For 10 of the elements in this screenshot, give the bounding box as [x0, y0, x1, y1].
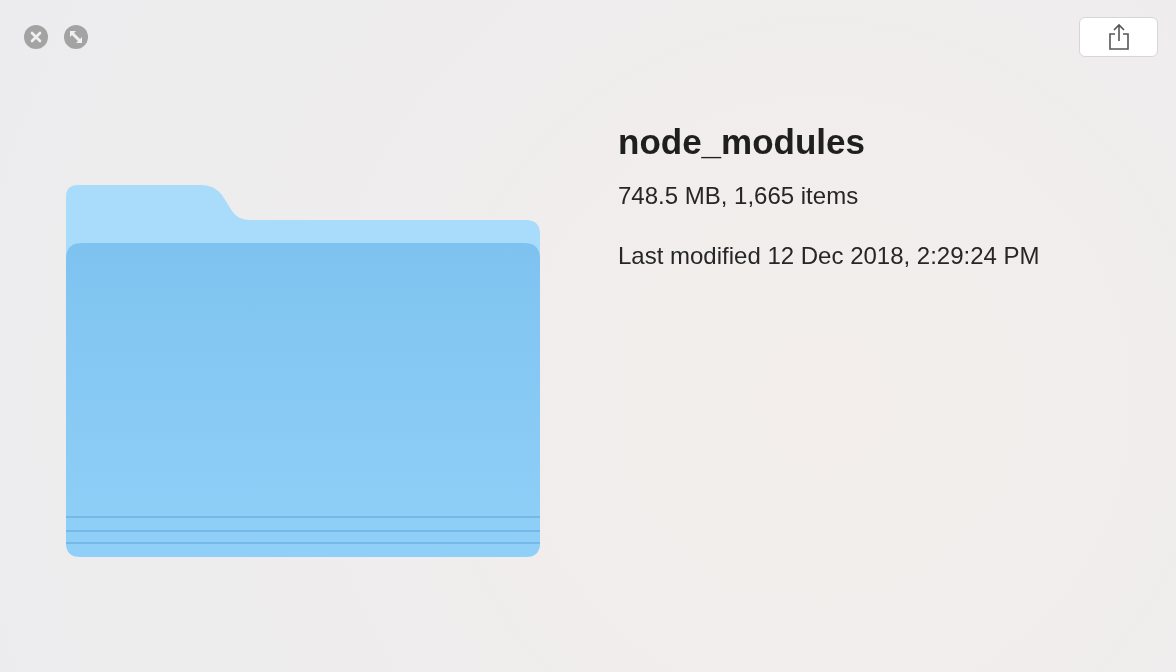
share-button[interactable] — [1079, 17, 1158, 57]
file-size: 748.5 MB, 1,665 items — [618, 182, 860, 210]
folder-icon — [64, 183, 542, 560]
modified-date: Last modified 12 Dec 2018, 2:29:24 PM — [618, 242, 1040, 270]
close-button[interactable] — [24, 25, 48, 49]
close-icon — [30, 31, 42, 43]
diagonal-arrows-icon — [69, 30, 83, 44]
fullscreen-button[interactable] — [64, 25, 88, 49]
share-icon — [1107, 23, 1130, 51]
file-name: node_modules — [618, 122, 866, 162]
